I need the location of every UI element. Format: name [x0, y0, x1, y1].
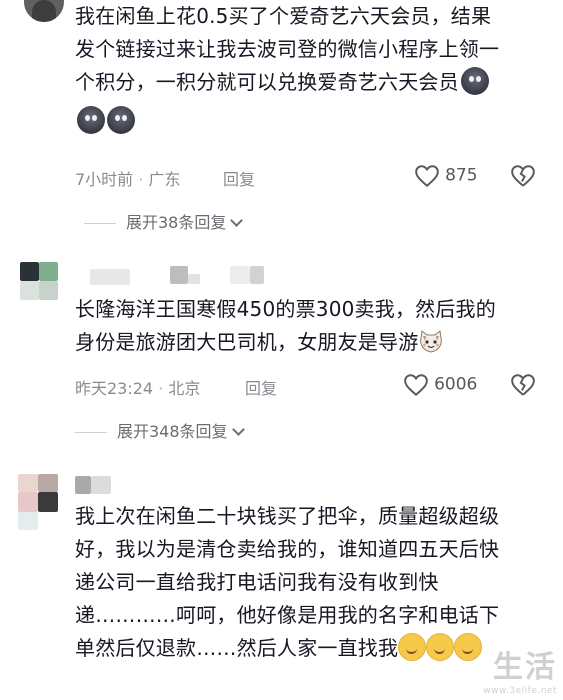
comment-location: 北京 [168, 379, 201, 398]
expand-replies-button[interactable]: 展开38条回复 [84, 209, 244, 233]
comment-line: 我上次在闲鱼二十块钱买了把伞，质量超级超级 [75, 504, 500, 528]
comment-text: 我上次在闲鱼二十块钱买了把伞，质量超级超级 好，我以为是清仓卖给我的，谁知道四五… [75, 500, 555, 665]
heart-outline-icon [404, 374, 428, 397]
chevron-down-icon [231, 423, 245, 436]
commenter-avatar[interactable] [18, 474, 58, 530]
comment-line: 长隆海洋王国寒假450的票300卖我，然后我的 [75, 297, 496, 321]
commenter-avatar[interactable] [24, 0, 64, 22]
smile-emoji-icon [426, 633, 455, 661]
sticker-icon [77, 106, 105, 134]
sticker-row [75, 99, 555, 138]
comment-text: 长隆海洋王国寒假450的票300卖我，然后我的 身份是旅游团大巴司机，女朋友是导… [75, 293, 555, 359]
reply-button[interactable]: 回复 [223, 166, 255, 190]
username[interactable] [90, 266, 330, 288]
comment-line: 发个链接过来让我去波司登的微信小程序上领一 [75, 37, 500, 61]
chevron-down-icon [230, 214, 244, 227]
dislike-button[interactable] [510, 164, 536, 188]
expand-replies-button[interactable]: 展开348条回复 [75, 418, 245, 442]
like-count: 875 [445, 165, 478, 186]
comment-line: 身份是旅游团大巴司机，女朋友是导游 [75, 326, 555, 359]
comment-time: 昨天23:24 [75, 379, 154, 398]
heart-outline-icon [415, 165, 439, 188]
broken-heart-icon [511, 374, 535, 396]
dislike-button[interactable] [510, 373, 536, 397]
smile-emoji-icon [398, 633, 427, 661]
like-button[interactable]: 875 [414, 164, 478, 188]
cat-emoji-icon [420, 330, 443, 353]
sticker-icon [460, 67, 489, 95]
site-watermark: 生活 www.3elife.net [483, 642, 557, 696]
comment-text: 我在闲鱼上花0.5买了个爱奇艺六天会员，结果 发个链接过来让我去波司登的微信小程… [75, 0, 555, 138]
comment-line: 好，我以为是清仓卖给我的，谁知道四五天后快 [75, 537, 500, 561]
smile-emoji-icon [454, 633, 483, 661]
comment-meta: 7小时前 · 广东 [75, 170, 181, 189]
comment-location: 广东 [148, 170, 181, 189]
commenter-avatar[interactable] [20, 262, 58, 300]
watermark-url: www.3elife.net [483, 686, 557, 696]
comment-meta: 昨天23:24 · 北京 [75, 379, 201, 398]
broken-heart-icon [511, 165, 535, 187]
like-count: 6006 [434, 374, 478, 395]
reply-button[interactable]: 回复 [245, 375, 277, 399]
comment-line: 我在闲鱼上花0.5买了个爱奇艺六天会员，结果 [75, 4, 492, 28]
comment-time: 7小时前 [75, 170, 134, 189]
comment-line: 个积分，一积分就可以兑换爱奇艺六天会员 [75, 66, 555, 99]
username[interactable] [75, 476, 135, 496]
watermark-logo: 生活 [493, 650, 557, 685]
sticker-icon [107, 106, 135, 134]
like-button[interactable]: 6006 [403, 373, 477, 397]
comment-line: 递…………呵呵，他好像是用我的名字和电话下 [75, 603, 500, 627]
comment-line: 递公司一直给我打电话问我有没有收到快 [75, 570, 439, 594]
